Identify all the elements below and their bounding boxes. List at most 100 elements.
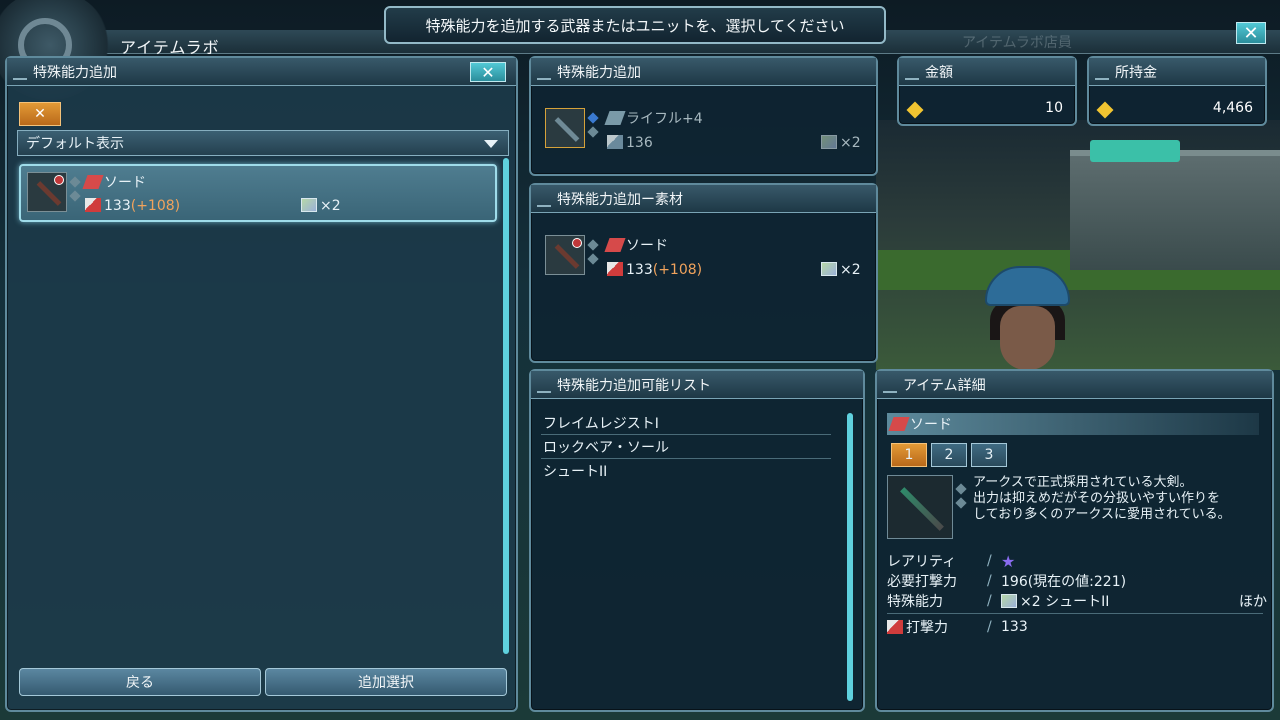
back-button[interactable]: 戻る [19, 668, 261, 696]
base-item-slots: ×2 [840, 135, 861, 151]
cost-panel: 金額 10 [897, 56, 1077, 126]
background-light [1090, 140, 1180, 162]
equipped-badge-icon [572, 238, 582, 248]
base-item-panel: 特殊能力追加 ライフル+4 136 ×2 [529, 56, 878, 176]
close-icon: ✕ [481, 62, 495, 82]
slot-indicator-icon [69, 172, 81, 212]
close-window-button[interactable]: ✕ [1236, 22, 1266, 44]
list-item[interactable]: シュートII [541, 459, 831, 483]
ability-name: フレイムレジストI [543, 415, 659, 432]
divider [887, 613, 1263, 614]
attack-value: 133 [1001, 619, 1028, 635]
owned-money-value: 4,466 [1212, 100, 1253, 116]
item-name-row: ソード [82, 172, 146, 192]
ability-slot-icon [1001, 594, 1017, 608]
rifle-thumbnail-icon[interactable] [545, 108, 585, 148]
background-cabinet [1070, 150, 1280, 270]
meseta-icon [906, 101, 924, 119]
slot-indicator-icon [587, 235, 599, 275]
base-item-name-row: ライフル+4 [604, 108, 703, 128]
close-icon: ✕ [1243, 22, 1259, 44]
panel-title: 特殊能力追加 [33, 64, 117, 81]
back-button-label: 戻る [126, 675, 154, 691]
attack-icon [607, 135, 623, 149]
list-item[interactable]: ソード 133(+108) ×2 [19, 164, 497, 222]
item-slot-row: ×2 [301, 198, 341, 214]
special-ability-label: 特殊能力 [887, 594, 943, 610]
display-filter-value: デフォルト表示 [26, 136, 124, 152]
material-item-atk-bonus: (+108) [652, 262, 703, 278]
instruction-text: 特殊能力を追加する武器またはユニットを、選択してください [425, 16, 845, 35]
item-atk-bonus: (+108) [130, 198, 181, 214]
tab-2[interactable]: 2 [931, 443, 967, 467]
item-select-panel: 特殊能力追加 ✕ ✕ デフォルト表示 ソード 133(+108) ×2 戻る 追… [5, 56, 518, 712]
sword-thumbnail-icon[interactable] [545, 235, 585, 275]
material-item-slot-row: ×2 [821, 262, 861, 278]
scrollbar-thumb[interactable] [847, 413, 853, 701]
special-ability-row: 特殊能力 / ×2 シュートII ほか [887, 591, 1267, 611]
item-slots: ×2 [320, 198, 341, 214]
ability-slot-icon [301, 198, 317, 212]
material-panel: 特殊能力追加ー素材 ソード 133(+108) ×2 [529, 183, 878, 363]
tab-label: 2 [944, 447, 954, 463]
tab-label: 1 [904, 447, 914, 463]
required-atk-row: 必要打撃力 / 196(現在の値:221) [887, 571, 1267, 591]
separator: / [987, 619, 992, 635]
slot-indicator-icon [955, 479, 967, 519]
separator: / [987, 593, 992, 609]
item-name: ソード [104, 175, 146, 191]
panel-header: 金額 [899, 58, 1075, 86]
material-item-name-row: ソード [604, 235, 668, 255]
list-scrollbar[interactable] [847, 413, 853, 701]
panel-header: 特殊能力追加 ✕ [7, 58, 516, 86]
item-description: アークスで正式採用されている大剣。 出力は抑えめだがその分扱いやすい作りを して… [973, 475, 1231, 522]
detail-item-name-bar: ソード [887, 413, 1259, 435]
crossed-swords-icon: ✕ [34, 106, 46, 122]
scrollbar-thumb[interactable] [503, 158, 509, 654]
ability-list-panel: 特殊能力追加可能リスト フレイムレジストI ロックベア・ソール シュートII [529, 369, 865, 712]
ability-name: シュートII [543, 464, 608, 480]
panel-title: 特殊能力追加可能リスト [557, 377, 711, 394]
special-ability-value: ×2 シュートII [1020, 594, 1110, 610]
weapon-category-tab[interactable]: ✕ [19, 102, 61, 126]
cost-label: 金額 [925, 64, 953, 81]
material-item-slots: ×2 [840, 262, 861, 278]
tab-1[interactable]: 1 [891, 443, 927, 467]
cost-value: 10 [1045, 100, 1063, 116]
sword-type-icon [604, 238, 626, 252]
sword-type-icon [888, 417, 910, 431]
panel-header: 特殊能力追加 [531, 58, 876, 86]
panel-header: 特殊能力追加ー素材 [531, 185, 876, 213]
tab-3[interactable]: 3 [971, 443, 1007, 467]
list-item[interactable]: ロックベア・ソール [541, 435, 831, 459]
panel-title: 特殊能力追加ー素材 [557, 191, 683, 208]
shop-clerk-label: アイテムラボ店員 [962, 35, 1072, 51]
attack-row: 打撃力 / 133 [887, 617, 1267, 637]
material-item-atk: 133 [626, 262, 653, 278]
close-panel-button[interactable]: ✕ [470, 62, 506, 82]
base-item-slot-row: ×2 [821, 135, 861, 151]
meseta-icon [1096, 101, 1114, 119]
separator: / [987, 553, 992, 569]
list-item[interactable]: フレイムレジストI [541, 411, 831, 435]
display-filter-select[interactable]: デフォルト表示 [17, 130, 509, 156]
panel-header: アイテム詳細 [877, 371, 1272, 399]
instruction-prompt: 特殊能力を追加する武器またはユニットを、選択してください [384, 6, 886, 44]
app-title: アイテムラボ [120, 38, 220, 57]
panel-header: 所持金 [1089, 58, 1265, 86]
required-atk-value: 196(現在の値:221) [1001, 574, 1127, 590]
item-atk: 133 [104, 198, 131, 214]
ability-list: フレイムレジストI ロックベア・ソール シュートII [531, 411, 841, 483]
sword-preview-icon [887, 475, 953, 539]
base-item-name: ライフル+4 [626, 111, 703, 127]
panel-title: アイテム詳細 [903, 377, 986, 394]
rifle-type-icon [604, 111, 626, 125]
attack-icon [85, 198, 101, 212]
slot-indicator-icon [587, 108, 599, 148]
attack-icon [887, 620, 903, 634]
add-select-button[interactable]: 追加選択 [265, 668, 507, 696]
ability-name: ロックベア・ソール [543, 439, 669, 456]
item-atk-row: 133(+108) [85, 198, 180, 214]
list-scrollbar[interactable] [503, 158, 509, 654]
sword-thumbnail-icon [27, 172, 67, 212]
